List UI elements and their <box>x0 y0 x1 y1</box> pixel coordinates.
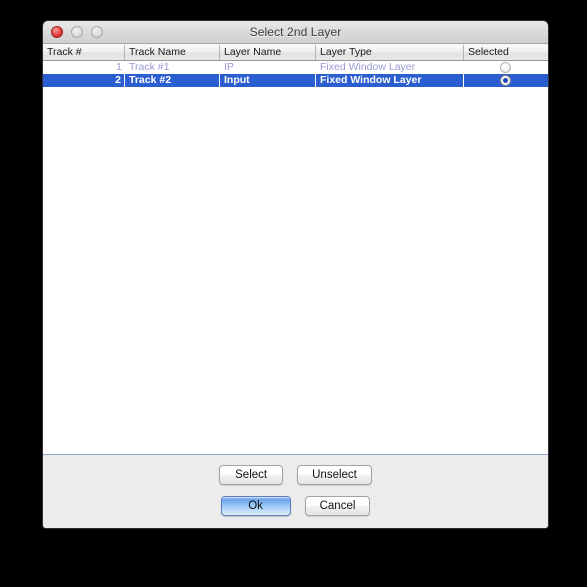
window-titlebar[interactable]: Select 2nd Layer <box>43 21 548 44</box>
close-button-icon[interactable] <box>51 26 63 38</box>
zoom-button-icon[interactable] <box>91 26 103 38</box>
column-header-layer-type[interactable]: Layer Type <box>316 45 464 60</box>
table-header-row: Track # Track Name Layer Name Layer Type… <box>43 44 548 61</box>
cancel-button[interactable]: Cancel <box>304 496 371 516</box>
cell-layer-type: Fixed Window Layer <box>320 61 416 73</box>
table-row[interactable]: 2 Track #2 Input Fixed Window Layer <box>43 74 548 87</box>
table-empty-area <box>43 87 548 454</box>
column-header-track-number[interactable]: Track # <box>43 45 125 60</box>
window-controls <box>51 21 103 43</box>
column-header-layer-name[interactable]: Layer Name <box>220 45 316 60</box>
cell-selected[interactable] <box>464 74 546 87</box>
cell-track-number: 2 <box>43 74 125 87</box>
column-header-selected[interactable]: Selected <box>464 45 546 60</box>
cell-layer-name: Input <box>220 74 316 87</box>
column-header-track-name[interactable]: Track Name <box>125 45 220 60</box>
table-row[interactable]: 1 Track #1 IP Fixed Window Layer <box>43 61 548 74</box>
ok-button[interactable]: Ok <box>220 496 291 516</box>
selection-button-row: Select Unselect <box>43 465 548 485</box>
layer-table: Track # Track Name Layer Name Layer Type… <box>43 44 548 455</box>
cell-track-number: 1 <box>116 61 122 73</box>
unselect-button[interactable]: Unselect <box>297 465 372 485</box>
confirm-button-row: Ok Cancel <box>43 496 548 516</box>
radio-button-selected-icon[interactable] <box>499 75 511 86</box>
cell-track-name: Track #2 <box>125 74 220 87</box>
window-title: Select 2nd Layer <box>249 25 342 39</box>
cell-track-name: Track #1 <box>129 61 170 73</box>
cell-layer-type: Fixed Window Layer <box>316 74 464 87</box>
dialog-button-panel: Select Unselect Ok Cancel <box>43 455 548 528</box>
select-2nd-layer-dialog: Select 2nd Layer Track # Track Name Laye… <box>42 20 549 529</box>
cell-selected[interactable] <box>464 61 546 74</box>
radio-button-unselected-icon[interactable] <box>499 62 511 73</box>
minimize-button-icon[interactable] <box>71 26 83 38</box>
select-button[interactable]: Select <box>219 465 284 485</box>
cell-layer-name: IP <box>224 61 234 73</box>
